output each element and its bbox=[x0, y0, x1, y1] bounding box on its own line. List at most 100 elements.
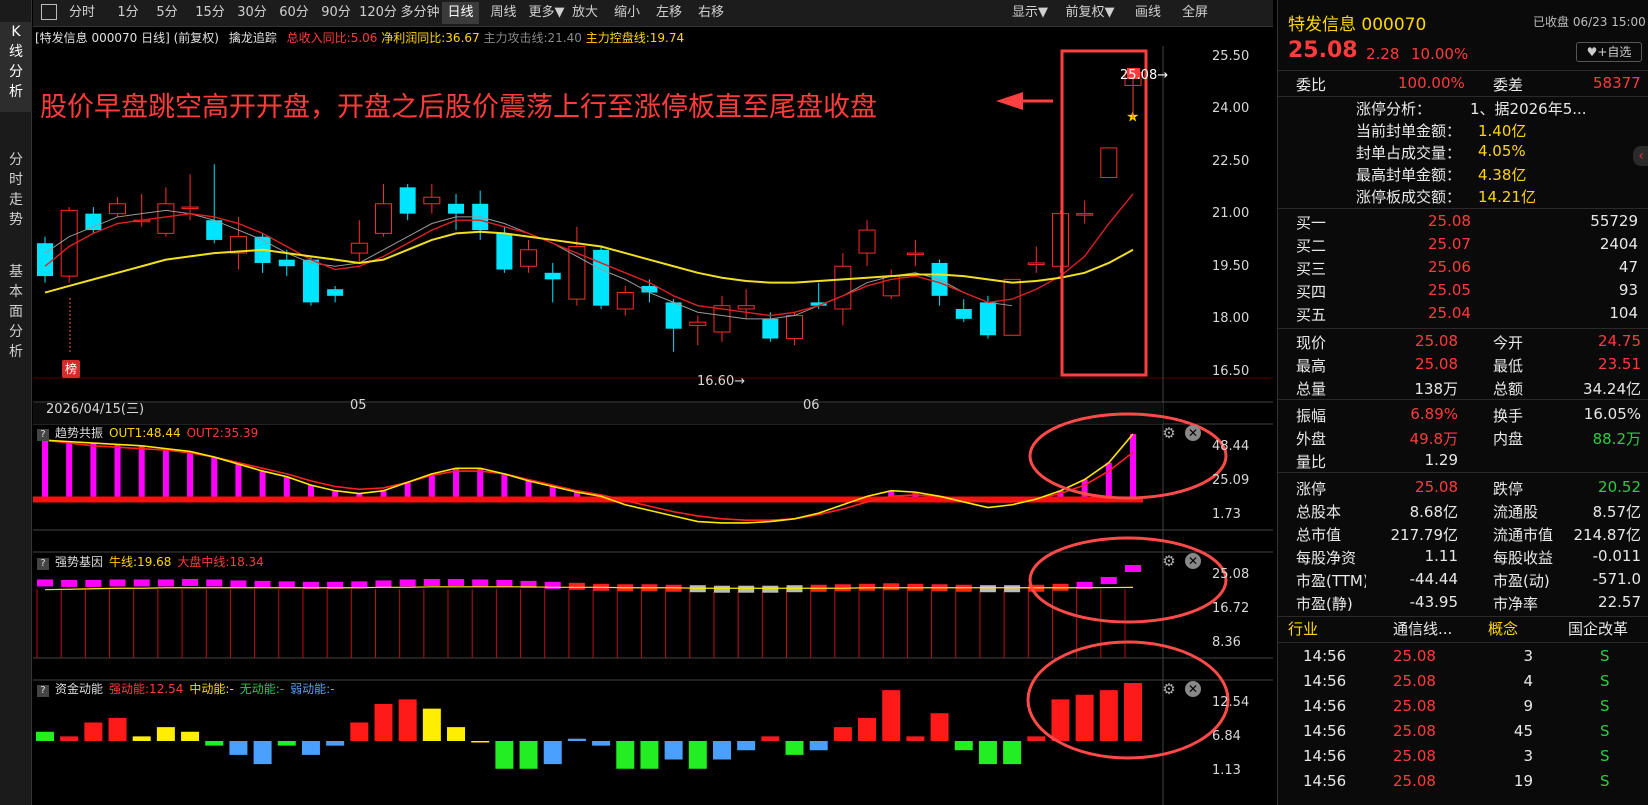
settings-gear-icon[interactable]: ⚙ bbox=[1161, 425, 1177, 441]
money-bar bbox=[374, 703, 393, 741]
action-button-0[interactable]: 放大 bbox=[565, 2, 605, 24]
stat-value: 23.51 bbox=[1598, 355, 1641, 373]
period-tab-9[interactable]: 日线 bbox=[442, 2, 479, 24]
stat-value: 22.57 bbox=[1598, 593, 1641, 611]
money-bar bbox=[205, 741, 224, 746]
concept-value[interactable]: 国企改革 bbox=[1568, 618, 1628, 639]
expand-arrow-icon[interactable]: ‹ bbox=[1633, 146, 1648, 166]
settings-gear-icon[interactable]: ⚙ bbox=[1161, 681, 1177, 697]
bid-price[interactable]: 25.06 bbox=[1428, 258, 1471, 276]
info-bar: [特发信息 000070 日线] (前复权) 擒龙追踪 总收入同比:5.06 净… bbox=[35, 29, 1255, 47]
period-tab-8[interactable]: 多分钟 bbox=[399, 2, 441, 24]
trend-bar bbox=[453, 468, 460, 500]
toolbar-right-2[interactable]: 画线 bbox=[1127, 2, 1169, 24]
period-tab-1[interactable]: 1分 bbox=[111, 2, 145, 24]
period-tab-6[interactable]: 90分 bbox=[317, 2, 355, 24]
action-button-3[interactable]: 右移 bbox=[691, 2, 731, 24]
toolbar-right-3[interactable]: 全屏 bbox=[1173, 2, 1217, 24]
money-bar bbox=[930, 713, 949, 741]
indicator-tick: 8.36 bbox=[1212, 635, 1241, 650]
nav-char: 面 bbox=[9, 304, 23, 320]
limit-value: 4.05% bbox=[1478, 142, 1526, 160]
rank-badge[interactable]: 榜 bbox=[62, 360, 80, 378]
indicator-value: 中动能:- bbox=[189, 682, 234, 696]
candle-body bbox=[858, 229, 876, 254]
money-bar bbox=[229, 741, 248, 755]
indicator-value: OUT2:35.39 bbox=[186, 426, 259, 440]
money-bar bbox=[301, 741, 320, 755]
bid-volume: 93 bbox=[1618, 281, 1638, 299]
stat-label: 市净率 bbox=[1493, 595, 1539, 613]
ma-yellow-line bbox=[44, 230, 1134, 294]
gene-block bbox=[423, 578, 440, 586]
period-tab-2[interactable]: 5分 bbox=[150, 2, 184, 24]
action-button-1[interactable]: 缩小 bbox=[607, 2, 647, 24]
indicator-value: 牛线:19.68 bbox=[109, 555, 172, 569]
toolbar-right-0[interactable]: 显示▼ bbox=[1005, 2, 1055, 24]
bid-price[interactable]: 25.05 bbox=[1428, 281, 1471, 299]
stat-value: 6.89% bbox=[1410, 405, 1458, 423]
stat-value: -571.0 bbox=[1592, 570, 1641, 588]
close-panel-icon[interactable]: ✕ bbox=[1185, 681, 1201, 697]
period-tab-5[interactable]: 60分 bbox=[275, 2, 313, 24]
toolbar-right-1[interactable]: 前复权▼ bbox=[1061, 2, 1119, 24]
stat-label: 总股本 bbox=[1296, 503, 1342, 521]
grid-icon[interactable] bbox=[41, 4, 57, 20]
indicator-name[interactable]: 擒龙追踪 bbox=[229, 31, 277, 45]
nav-kline[interactable]: K线分析 bbox=[0, 22, 32, 112]
industry-value[interactable]: 通信线... bbox=[1393, 618, 1452, 639]
tick-price: 25.08 bbox=[1393, 672, 1436, 690]
market-status: 已收盘 06/23 15:00 bbox=[1533, 15, 1646, 29]
profit-yoy: 净利润同比:36.67 bbox=[381, 31, 480, 45]
trend-out2-line bbox=[44, 439, 1134, 521]
panel-title[interactable]: 趋势共振 bbox=[55, 426, 103, 440]
concept-label: 概念 bbox=[1488, 620, 1519, 638]
panel-title[interactable]: 强势基因 bbox=[55, 555, 103, 569]
help-icon[interactable]: ? bbox=[37, 685, 49, 697]
money-bar bbox=[592, 741, 611, 746]
period-tab-11[interactable]: 更多▼ bbox=[525, 2, 568, 24]
panel-title[interactable]: 资金动能 bbox=[55, 682, 103, 696]
candle-body bbox=[593, 249, 610, 306]
trend-bar bbox=[477, 468, 484, 500]
settings-gear-icon[interactable]: ⚙ bbox=[1161, 553, 1177, 569]
nav-char: K bbox=[11, 24, 21, 40]
stat-label: 市盈(静) bbox=[1296, 595, 1353, 613]
action-button-2[interactable]: 左移 bbox=[649, 2, 689, 24]
gene-block bbox=[472, 579, 489, 587]
price-tick: 21.00 bbox=[1212, 206, 1250, 221]
stat-value: 138万 bbox=[1414, 380, 1458, 398]
period-tab-10[interactable]: 周线 bbox=[484, 2, 523, 24]
period-tab-3[interactable]: 15分 bbox=[191, 2, 229, 24]
bid-price[interactable]: 25.04 bbox=[1428, 304, 1471, 322]
stat-value: 25.08 bbox=[1415, 478, 1458, 496]
stat-value: 25.08 bbox=[1415, 355, 1458, 373]
bid-price[interactable]: 25.07 bbox=[1428, 235, 1471, 253]
close-panel-icon[interactable]: ✕ bbox=[1185, 553, 1201, 569]
limit-value[interactable]: 1、据2026年5... bbox=[1470, 98, 1587, 119]
stat-value: 16.05% bbox=[1583, 405, 1641, 423]
candle-body bbox=[157, 203, 175, 234]
tick-time: 14:56 bbox=[1303, 647, 1347, 665]
close-panel-icon[interactable]: ✕ bbox=[1185, 425, 1201, 441]
add-watchlist-button[interactable]: ♥+自选 bbox=[1576, 42, 1642, 62]
period-tab-0[interactable]: 分时 bbox=[61, 2, 103, 24]
nav-fundamental[interactable]: 基本面分析 bbox=[0, 262, 32, 362]
stat-label: 现价 bbox=[1296, 334, 1327, 352]
stat-value: -43.95 bbox=[1409, 593, 1458, 611]
nav-intraday[interactable]: 分时走势 bbox=[0, 150, 32, 230]
money-bar bbox=[84, 722, 103, 741]
gene-block bbox=[762, 585, 779, 593]
money-bar bbox=[737, 741, 756, 751]
period-tab-4[interactable]: 30分 bbox=[233, 2, 271, 24]
help-icon[interactable]: ? bbox=[37, 429, 49, 441]
control-line: 主力控盘线:19.74 bbox=[585, 31, 685, 45]
trend-bar bbox=[114, 444, 121, 500]
indicator-tick: 1.13 bbox=[1212, 763, 1241, 778]
candle-body bbox=[786, 315, 804, 340]
period-tab-7[interactable]: 120分 bbox=[359, 2, 397, 24]
bid-price[interactable]: 25.08 bbox=[1428, 212, 1471, 230]
candle-body bbox=[568, 246, 586, 300]
help-icon[interactable]: ? bbox=[37, 558, 49, 570]
tick-price: 25.08 bbox=[1393, 722, 1436, 740]
